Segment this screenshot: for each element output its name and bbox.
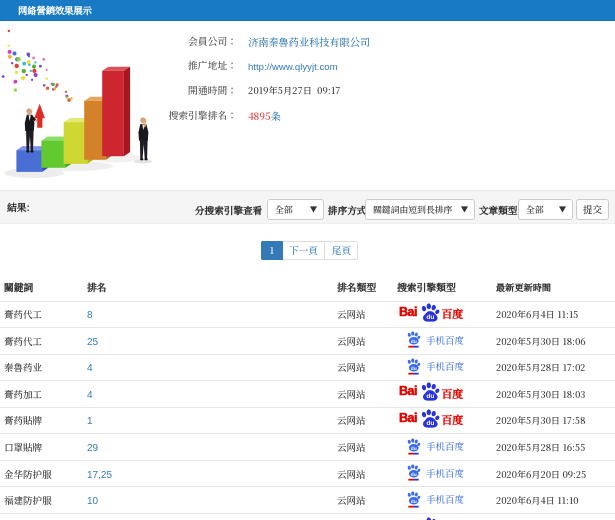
svg-text:du: du xyxy=(426,393,434,400)
svg-text:du: du xyxy=(411,366,417,372)
svg-text:du: du xyxy=(411,472,417,478)
svg-text:du: du xyxy=(426,314,434,321)
svg-text:du: du xyxy=(426,420,434,427)
svg-text:du: du xyxy=(411,445,417,451)
svg-text:du: du xyxy=(411,339,417,345)
svg-text:du: du xyxy=(411,498,417,504)
